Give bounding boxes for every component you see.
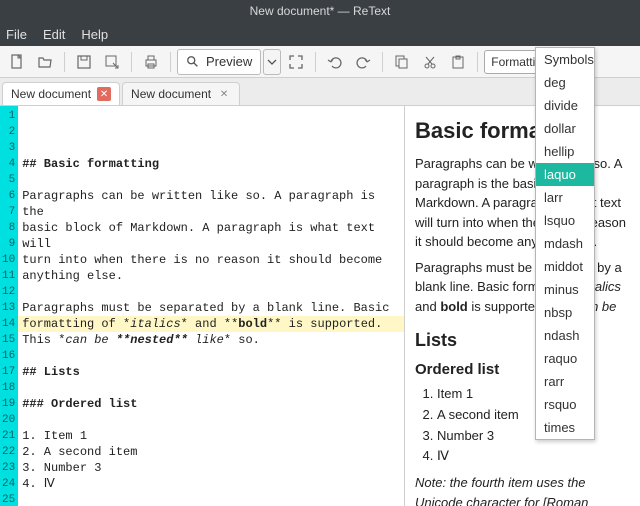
cut-button[interactable] [417,49,443,75]
preview-paragraph: Paragraphs must be separated by a blank … [415,258,630,317]
preview-dropdown[interactable] [263,49,281,75]
toolbar-separator [131,52,132,72]
symbol-item-larr[interactable]: larr [536,186,594,209]
preview-paragraph: Paragraphs can be written like so. A par… [415,154,630,252]
toolbar-separator [477,52,478,72]
symbol-item-rarr[interactable]: rarr [536,370,594,393]
symbol-item-rsquo[interactable]: rsquo [536,393,594,416]
symbols-header: Symbols [536,48,594,71]
symbol-item-ndash[interactable]: ndash [536,324,594,347]
symbol-item-mdash[interactable]: mdash [536,232,594,255]
undo-button[interactable] [322,49,348,75]
tab-label: New document [11,87,91,101]
code-area[interactable]: ## Basic formatting Paragraphs can be wr… [18,106,404,506]
folder-open-icon [37,54,53,70]
preview-label: Preview [206,54,252,69]
list-item: Ⅳ [437,446,630,467]
tab-label: New document [131,87,211,101]
search-icon [186,55,200,69]
preview-h4: Ordered list [415,361,630,378]
toolbar-separator [170,52,171,72]
preview-h2: Basic formatting [415,118,630,144]
cut-icon [423,55,437,69]
undo-icon [327,55,343,69]
symbol-item-lsquo[interactable]: lsquo [536,209,594,232]
editor-pane[interactable]: 1 2 3 4 5 6 7 8 9 10 11 12 13 14 15 16 1… [0,106,405,506]
open-button[interactable] [32,49,58,75]
copy-icon [395,55,409,69]
preview-pane: Basic formatting Paragraphs can be writt… [405,106,640,506]
line-gutter: 1 2 3 4 5 6 7 8 9 10 11 12 13 14 15 16 1… [0,106,18,506]
close-icon[interactable]: ✕ [97,87,111,101]
copy-button[interactable] [389,49,415,75]
symbol-item-hellip[interactable]: hellip [536,140,594,163]
chevron-down-icon [267,59,277,65]
menubar: File Edit Help [0,22,640,46]
toolbar-separator [315,52,316,72]
paste-icon [451,55,465,69]
preview-h3: Lists [415,330,630,351]
window-titlebar: New document* — ReText [0,0,640,22]
redo-icon [355,55,371,69]
preview-ordered-list: Item 1A second itemNumber 3Ⅳ [437,384,630,467]
symbol-item-nbsp[interactable]: nbsp [536,301,594,324]
save-button[interactable] [71,49,97,75]
redo-button[interactable] [350,49,376,75]
list-item: Number 3 [437,426,630,447]
file-icon [9,54,25,70]
symbol-item-divide[interactable]: divide [536,94,594,117]
symbol-item-deg[interactable]: deg [536,71,594,94]
preview-note: Note: the fourth item uses the Unicode c… [415,473,630,506]
toolbar-separator [64,52,65,72]
list-item: Item 1 [437,384,630,405]
symbol-item-times[interactable]: times [536,416,594,439]
print-button[interactable] [138,49,164,75]
window-title: New document* — ReText [250,4,391,18]
symbol-item-laquo[interactable]: laquo [536,163,594,186]
symbols-dropdown-menu: Symbolsdegdividedollarhelliplaquolarrlsq… [535,47,595,440]
document-tab-1[interactable]: New document ✕ [2,82,120,105]
print-icon [143,54,159,70]
menu-edit[interactable]: Edit [43,27,65,42]
new-document-button[interactable] [4,49,30,75]
expand-icon [289,55,303,69]
toolbar-separator [382,52,383,72]
preview-button[interactable]: Preview [177,49,261,75]
symbol-item-middot[interactable]: middot [536,255,594,278]
paste-button[interactable] [445,49,471,75]
menu-help[interactable]: Help [81,27,108,42]
symbol-item-dollar[interactable]: dollar [536,117,594,140]
save-icon [76,54,92,70]
symbol-item-minus[interactable]: minus [536,278,594,301]
document-tab-2[interactable]: New document ✕ [122,82,240,105]
list-item: A second item [437,405,630,426]
save-as-button[interactable] [99,49,125,75]
menu-file[interactable]: File [6,27,27,42]
symbol-item-raquo[interactable]: raquo [536,347,594,370]
fullscreen-button[interactable] [283,49,309,75]
save-as-icon [104,54,120,70]
close-icon[interactable]: ✕ [217,87,231,101]
